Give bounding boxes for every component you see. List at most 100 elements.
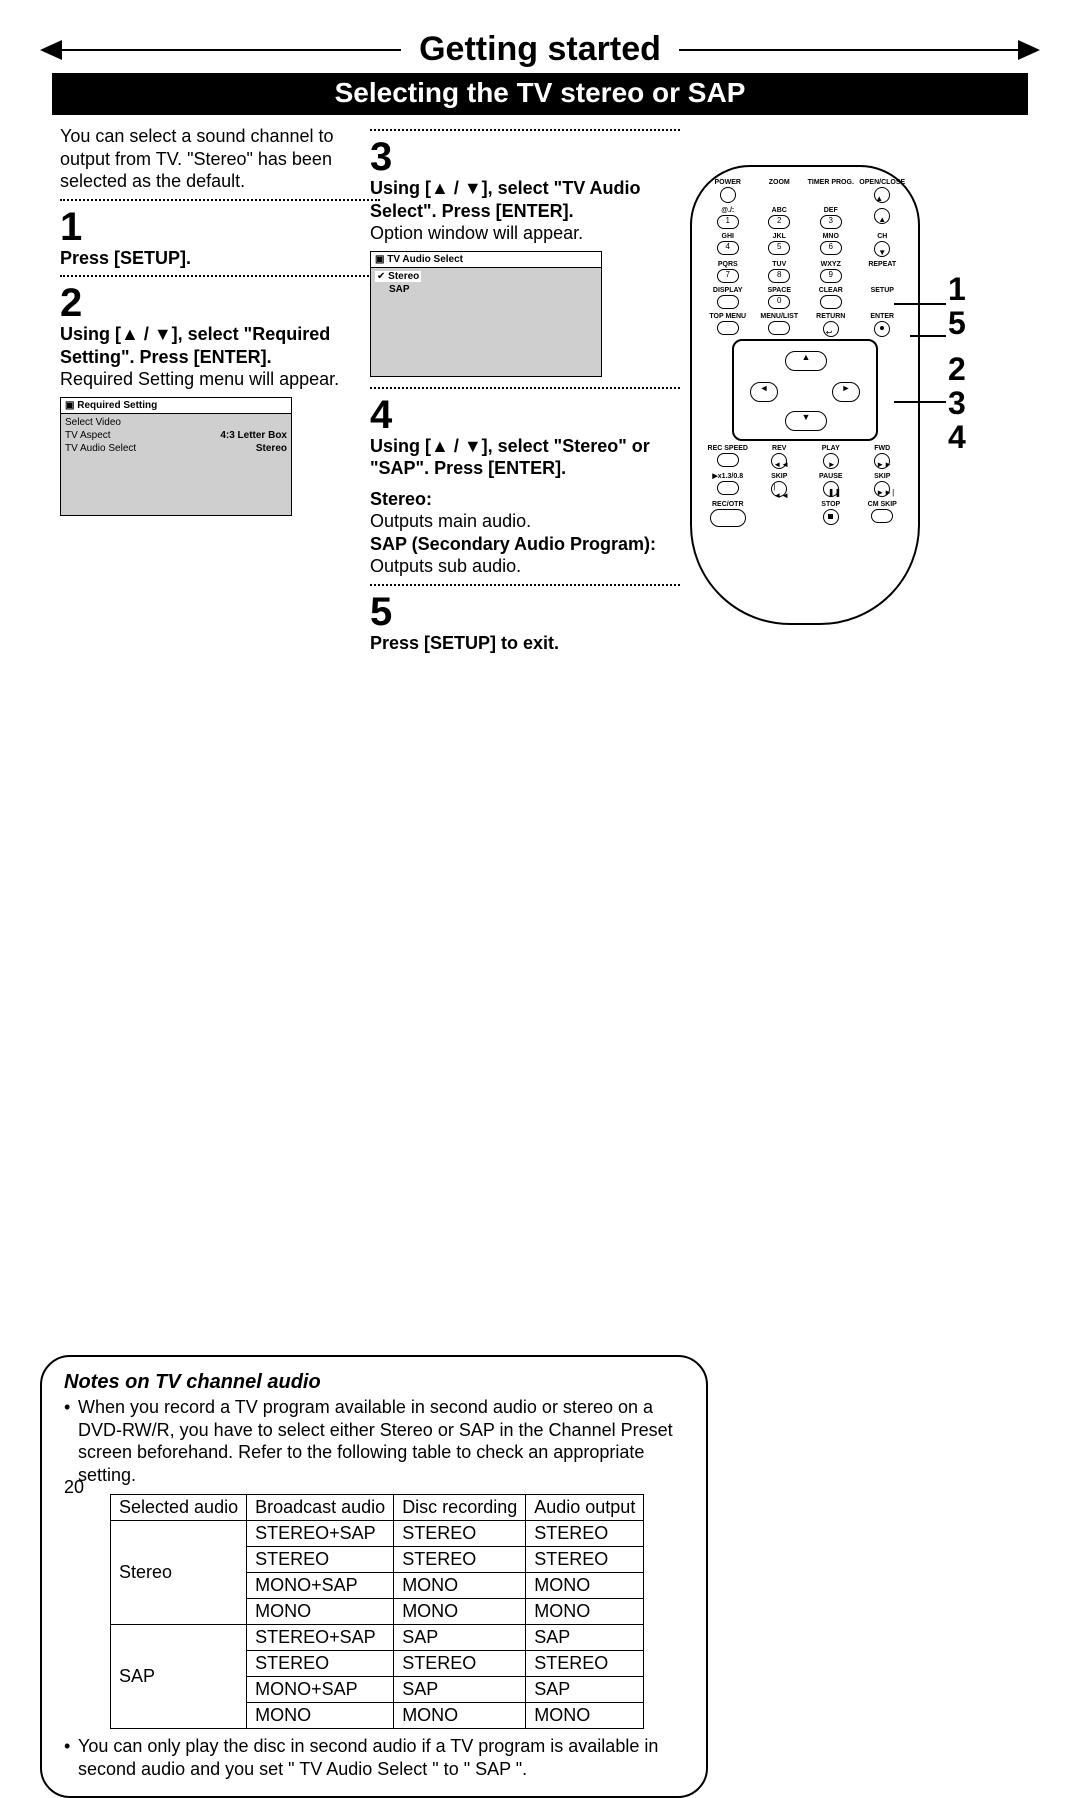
- table-cell: MONO: [526, 1573, 644, 1599]
- remote-label: STOP: [805, 501, 857, 508]
- remote-label: CM SKIP: [857, 501, 909, 508]
- remote-label: REC/OTR: [702, 501, 754, 508]
- table-cell: SAP: [526, 1625, 644, 1651]
- section-title: Selecting the TV stereo or SAP: [52, 73, 1028, 115]
- stereo-text: Outputs main audio.: [370, 510, 680, 533]
- table-cell: STEREO: [394, 1547, 526, 1573]
- callout-4: 4: [948, 419, 966, 456]
- dpad-up: ▲: [785, 351, 827, 371]
- remote-label: DISPLAY: [702, 287, 754, 294]
- remote-label: RETURN: [805, 313, 857, 320]
- step-number-2: 2: [60, 283, 380, 323]
- callout-5: 5: [948, 305, 966, 342]
- callout-3: 3: [948, 385, 966, 422]
- step-number-1: 1: [60, 207, 380, 247]
- num-button: 3: [820, 215, 842, 229]
- table-cell: MONO: [247, 1703, 394, 1729]
- table-header: Broadcast audio: [247, 1495, 394, 1521]
- dpad-left: ◄: [750, 382, 778, 402]
- step1-text: Press [SETUP].: [60, 247, 380, 270]
- table-cell: MONO: [526, 1599, 644, 1625]
- table-cell: MONO: [526, 1703, 644, 1729]
- step-number-5: 5: [370, 592, 680, 632]
- dpad-down: ▼: [785, 411, 827, 431]
- table-cell: MONO: [394, 1703, 526, 1729]
- menu-title: TV Audio Select: [387, 254, 463, 265]
- table-cell: STEREO: [526, 1651, 644, 1677]
- sap-label: SAP (Secondary Audio Program):: [370, 534, 656, 554]
- table-header: Disc recording: [394, 1495, 526, 1521]
- audio-table: Selected audio Broadcast audio Disc reco…: [110, 1494, 644, 1729]
- tv-audio-select-menu: ▣ TV Audio Select ✔ Stereo SAP: [370, 251, 602, 377]
- remote-label: POWER: [702, 179, 754, 186]
- num-button: 5: [768, 241, 790, 255]
- callout-2: 2: [948, 351, 966, 388]
- ch-button: ▲: [874, 208, 890, 224]
- column-right: POWER ZOOM TIMER PROG. OPEN/CLOSE▲ @./:1…: [690, 165, 1050, 625]
- dpad-right: ►: [832, 382, 860, 402]
- remote-label: TUV: [754, 261, 806, 268]
- ch-button: ▼: [874, 241, 890, 257]
- remote-label: PAUSE: [805, 473, 857, 480]
- menu-title: Required Setting: [77, 400, 157, 411]
- table-cell: STEREO: [394, 1521, 526, 1547]
- remote-label: CH: [857, 233, 909, 240]
- step3-text: Option window will appear.: [370, 222, 680, 245]
- table-cell: SAP: [394, 1677, 526, 1703]
- notes-box: Notes on TV channel audio •When you reco…: [40, 1355, 708, 1798]
- remote-control-diagram: POWER ZOOM TIMER PROG. OPEN/CLOSE▲ @./:1…: [690, 165, 920, 625]
- enter-button: [874, 321, 890, 337]
- num-button: 6: [820, 241, 842, 255]
- step4-bold: Using [▲ / ▼], select "Stereo" or "SAP".…: [370, 435, 680, 480]
- table-header: Selected audio: [111, 1495, 247, 1521]
- menu-row: Select Video: [65, 417, 121, 428]
- page-number: 20: [64, 1477, 84, 1498]
- num-button: 7: [717, 269, 739, 283]
- remote-label: MNO: [805, 233, 857, 240]
- remote-label: TOP MENU: [702, 313, 754, 320]
- table-cell: STEREO: [394, 1651, 526, 1677]
- callout-1: 1: [948, 271, 966, 308]
- table-cell: MONO+SAP: [247, 1677, 394, 1703]
- step-number-4: 4: [370, 395, 680, 435]
- remote-label: REC SPEED: [702, 445, 754, 452]
- remote-label: PLAY: [805, 445, 857, 452]
- remote-label: REV: [754, 445, 806, 452]
- dpad-group: ▲ ▼ ◄ ►: [732, 339, 878, 441]
- table-cell: STEREO: [526, 1521, 644, 1547]
- remote-label: DEF: [805, 207, 857, 214]
- table-cell: STEREO+SAP: [247, 1625, 394, 1651]
- remote-label: TIMER PROG.: [805, 179, 857, 186]
- step3-bold: Using [▲ / ▼], select "TV Audio Select".…: [370, 177, 680, 222]
- return-button: ↩: [823, 321, 839, 337]
- table-cell: STEREO+SAP: [247, 1521, 394, 1547]
- remote-label: WXYZ: [805, 261, 857, 268]
- table-cell: MONO: [247, 1599, 394, 1625]
- menu-row: SAP: [375, 284, 410, 295]
- sap-text: Outputs sub audio.: [370, 555, 680, 578]
- remote-label: SKIP: [857, 473, 909, 480]
- step-number-3: 3: [370, 137, 680, 177]
- chapter-title: Getting started: [401, 30, 679, 69]
- stereo-label: Stereo:: [370, 489, 432, 509]
- remote-label: PQRS: [702, 261, 754, 268]
- table-cell: STEREO: [247, 1547, 394, 1573]
- remote-label: ENTER: [857, 313, 909, 320]
- remote-label: FWD: [857, 445, 909, 452]
- remote-label: GHI: [702, 233, 754, 240]
- remote-label: REPEAT: [857, 261, 909, 268]
- open-close-button: ▲: [874, 187, 890, 203]
- remote-label: @./:: [702, 207, 754, 214]
- required-setting-menu: ▣ Required Setting Select Video TV Aspec…: [60, 397, 292, 516]
- table-cell: Stereo: [111, 1521, 247, 1625]
- remote-label: ABC: [754, 207, 806, 214]
- column-left: You can select a sound channel to output…: [60, 125, 380, 516]
- num-button: 1: [717, 215, 739, 229]
- menu-row: TV Audio Select: [65, 443, 136, 454]
- remote-label: SETUP: [857, 287, 909, 294]
- num-button: 2: [768, 215, 790, 229]
- table-cell: SAP: [526, 1677, 644, 1703]
- notes-bullet-2: You can only play the disc in second aud…: [78, 1735, 684, 1780]
- remote-label: MENU/LIST: [754, 313, 806, 320]
- step5-text: Press [SETUP] to exit.: [370, 632, 680, 655]
